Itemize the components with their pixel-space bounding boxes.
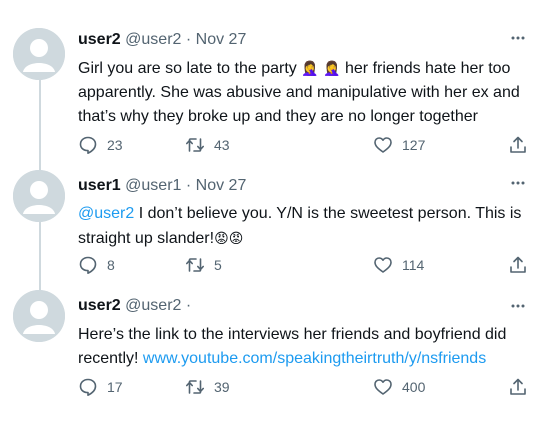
- display-name[interactable]: user1: [78, 177, 121, 194]
- tweet-header: user2 @user2 ·: [78, 294, 191, 318]
- tweet-text: @user2 I don’t believe you. Y/N is the s…: [78, 202, 526, 251]
- reply-icon: [79, 256, 97, 274]
- more-options-icon[interactable]: [510, 298, 526, 314]
- avatar[interactable]: [13, 170, 65, 222]
- tweet-timestamp[interactable]: Nov 27: [196, 177, 247, 194]
- reply-icon: [79, 136, 97, 154]
- display-name[interactable]: user2: [78, 31, 121, 48]
- angry-face-emoji: 😡: [228, 230, 244, 246]
- external-link[interactable]: www.youtube.com/speakingtheirtruth/y/nsf…: [143, 350, 486, 367]
- tweet-1[interactable]: user2 @user2 · Nov 27 Girl you are so la…: [0, 0, 540, 170]
- display-name[interactable]: user2: [78, 297, 121, 314]
- tweet-header: user1 @user1 · Nov 27: [78, 174, 246, 198]
- reply-count: 8: [107, 257, 115, 273]
- tweet-thread: user2 @user2 · Nov 27 Girl you are so la…: [0, 0, 540, 425]
- mention-link[interactable]: @user2: [78, 205, 134, 222]
- separator-dot: ·: [185, 297, 192, 314]
- heart-icon: [374, 257, 392, 273]
- avatar[interactable]: [13, 290, 65, 342]
- retweet-icon: [186, 138, 204, 152]
- like-count: 127: [402, 137, 426, 153]
- tweet-header: user2 @user2 · Nov 27: [78, 28, 246, 52]
- retweet-icon: [186, 258, 204, 272]
- tweet-3[interactable]: user2 @user2 · Here’s the link to the in…: [0, 290, 540, 425]
- user-handle[interactable]: @user2: [125, 31, 181, 48]
- tweet-actions: 8 5 114: [78, 254, 528, 276]
- angry-face-emoji: 😡: [214, 230, 229, 246]
- more-options-icon[interactable]: [510, 175, 526, 191]
- tweet-2[interactable]: user1 @user1 · Nov 27 @user2 I don’t bel…: [0, 170, 540, 290]
- retweet-count: 5: [214, 257, 222, 273]
- like-count: 114: [402, 257, 425, 273]
- heart-icon: [374, 137, 392, 153]
- tweet-text: Girl you are so late to the party 🤦‍♀️ 🤦…: [78, 56, 526, 129]
- share-icon: [510, 136, 526, 153]
- tweet-actions: 17 39 400: [78, 376, 528, 398]
- retweet-icon: [186, 380, 204, 394]
- share-icon: [510, 378, 526, 395]
- tweet-text: Here’s the link to the interviews her fr…: [78, 323, 526, 371]
- heart-icon: [374, 379, 392, 395]
- more-options-icon[interactable]: [510, 30, 526, 46]
- reply-icon: [79, 378, 97, 396]
- separator-dot: ·: [185, 31, 192, 48]
- retweet-count: 39: [214, 379, 230, 395]
- default-avatar-icon: [13, 170, 65, 222]
- tweet-actions: 23 43 127: [78, 134, 528, 156]
- tweet-text-part: Girl you are so late to the party: [78, 60, 302, 77]
- like-count: 400: [402, 379, 426, 395]
- reply-count: 23: [107, 137, 123, 153]
- default-avatar-icon: [13, 28, 65, 80]
- user-handle[interactable]: @user1: [125, 177, 181, 194]
- default-avatar-icon: [13, 290, 65, 342]
- facepalm-emoji: 🤦‍♀️: [323, 60, 341, 76]
- share-icon: [510, 256, 526, 273]
- facepalm-emoji: 🤦‍♀️: [301, 60, 319, 76]
- avatar[interactable]: [13, 28, 65, 80]
- reply-count: 17: [107, 379, 123, 395]
- retweet-count: 43: [214, 137, 230, 153]
- user-handle[interactable]: @user2: [125, 297, 181, 314]
- tweet-text-part: I don’t believe you. Y/N is the sweetest…: [78, 205, 522, 247]
- separator-dot: ·: [185, 177, 192, 194]
- tweet-timestamp[interactable]: Nov 27: [196, 31, 247, 48]
